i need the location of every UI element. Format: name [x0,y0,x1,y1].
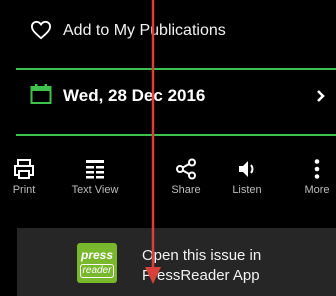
listen-label: Listen [232,184,262,196]
more-button[interactable]: More [300,158,334,196]
logo-word-reader: reader [80,264,114,278]
share-label: Share [171,184,201,196]
issue-date-selector[interactable]: Wed, 28 Dec 2016 [0,72,336,134]
add-to-publications-button[interactable]: Add to My Publications [0,12,336,52]
open-in-app-text: Open this issue in PressReader App [142,246,261,286]
text-view-button[interactable]: Text View [70,158,120,196]
divider-bottom [16,134,336,136]
pressreader-logo: press reader [77,243,117,283]
open-in-app-line2: PressReader App [142,267,260,284]
more-label: More [304,184,330,196]
listen-button[interactable]: Listen [229,158,265,196]
calendar-icon [30,84,52,104]
open-in-app-button[interactable]: press reader Open this issue in PressRea… [17,228,336,296]
text-view-icon [86,160,104,179]
print-label: Print [12,184,36,196]
speaker-icon [239,161,254,177]
text-view-label: Text View [71,184,119,196]
chevron-right-icon [317,90,325,102]
logo-word-press: press [80,248,114,262]
share-button[interactable]: Share [168,158,204,196]
printer-icon [14,159,34,179]
more-vertical-icon [314,159,320,179]
add-to-publications-label: Add to My Publications [63,22,226,39]
divider-top [16,68,336,70]
heart-outline-icon [30,20,52,40]
open-in-app-line1: Open this issue in [142,247,262,264]
share-icon [176,158,196,180]
print-button[interactable]: Print [10,158,38,196]
issue-date-label: Wed, 28 Dec 2016 [63,86,206,105]
issue-toolbar: Print Text View Share Listen More [0,158,336,210]
